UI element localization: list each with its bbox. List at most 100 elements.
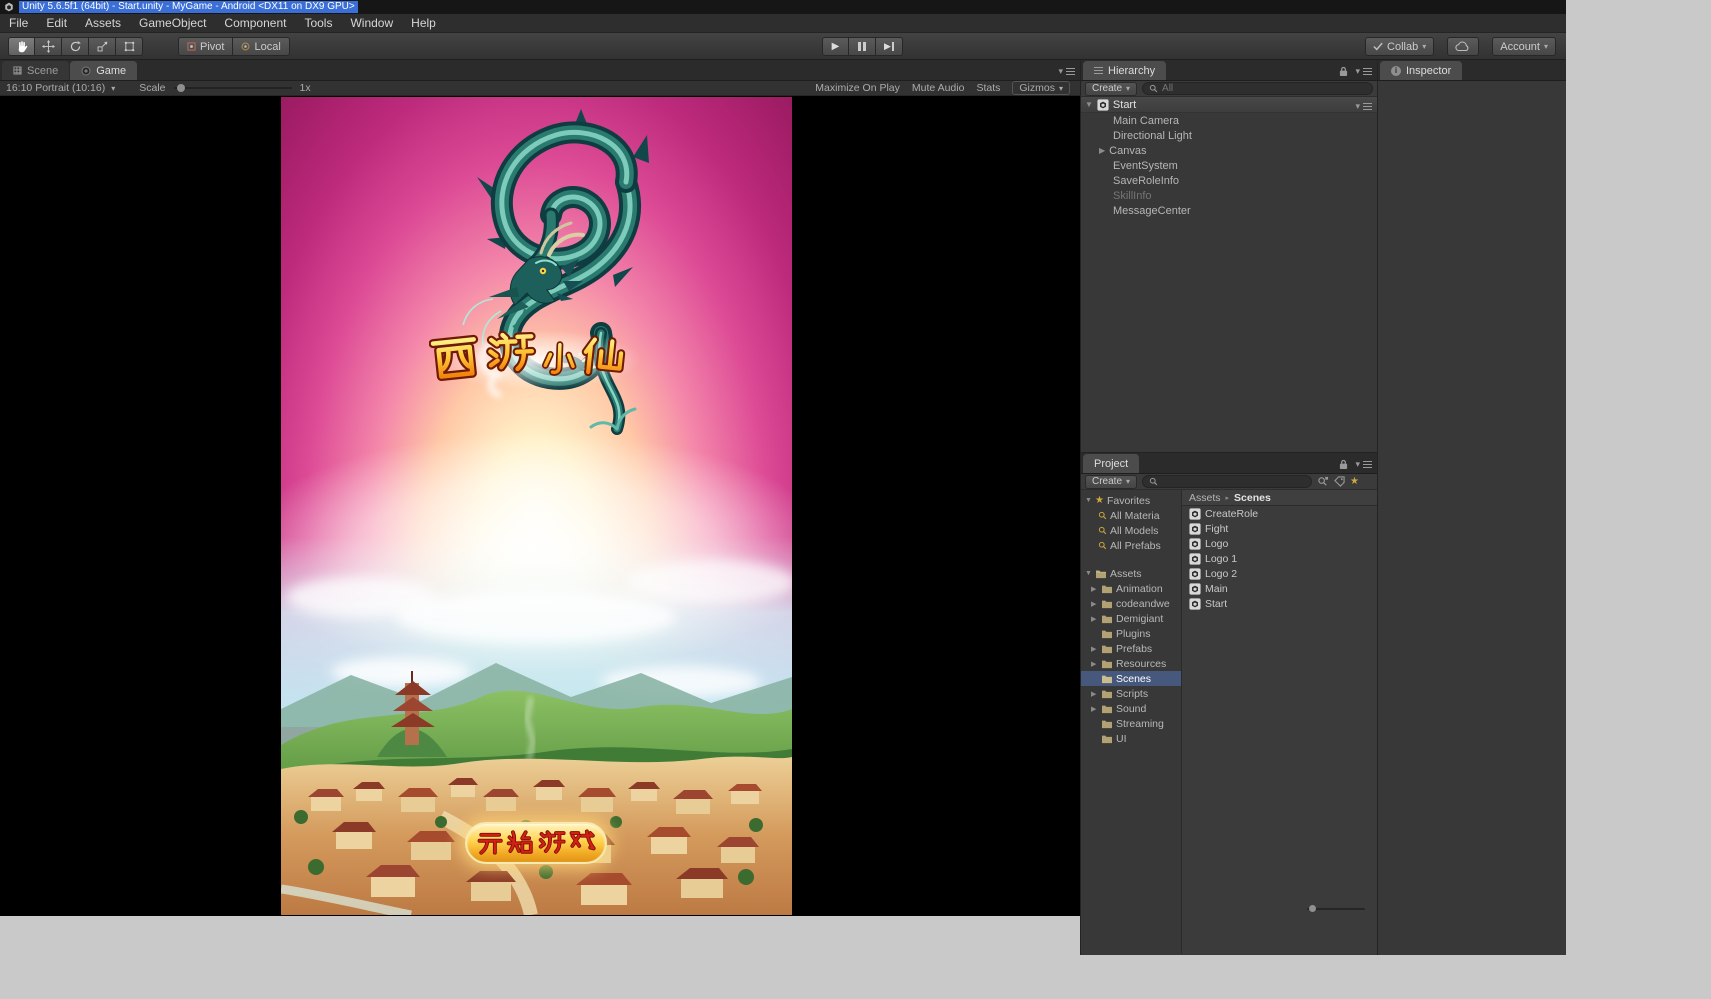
- scale-slider[interactable]: [174, 87, 292, 89]
- unity-scene-icon: [1189, 508, 1201, 520]
- menu-assets[interactable]: Assets: [76, 15, 130, 31]
- move-tool-button[interactable]: [35, 37, 62, 56]
- rotate-tool-button[interactable]: [62, 37, 89, 56]
- folder-streamingassets[interactable]: Streaming: [1081, 716, 1181, 731]
- local-toggle-button[interactable]: Local: [233, 37, 289, 56]
- game-render-area[interactable]: [281, 97, 792, 915]
- search-by-label-icon[interactable]: [1334, 476, 1345, 487]
- hierarchy-search-input[interactable]: [1162, 83, 1366, 94]
- folder-resources[interactable]: ▶Resources: [1081, 656, 1181, 671]
- cloud-button[interactable]: [1447, 37, 1479, 56]
- chevron-right-icon[interactable]: ▶: [1091, 585, 1098, 593]
- folder-sound[interactable]: ▶Sound: [1081, 701, 1181, 716]
- lock-icon[interactable]: [1339, 66, 1348, 77]
- hierarchy-item-canvas[interactable]: ▶Canvas: [1081, 143, 1377, 158]
- folder-ui[interactable]: UI: [1081, 731, 1181, 746]
- chevron-right-icon[interactable]: ▶: [1099, 146, 1105, 155]
- file-logo[interactable]: Logo: [1182, 536, 1377, 551]
- lock-icon[interactable]: [1339, 459, 1348, 470]
- hierarchy-create-button[interactable]: Create▾: [1085, 82, 1137, 96]
- chevron-down-icon[interactable]: ▼: [1085, 100, 1093, 109]
- favorite-all-materials[interactable]: All Materia: [1081, 508, 1181, 523]
- favorite-all-prefabs[interactable]: All Prefabs: [1081, 538, 1181, 553]
- game-panel-menu-button[interactable]: ▾: [1058, 66, 1075, 77]
- project-search[interactable]: [1142, 475, 1312, 488]
- hierarchy-search[interactable]: [1142, 82, 1373, 95]
- file-start[interactable]: Start: [1182, 596, 1377, 611]
- chevron-down-icon[interactable]: ▼: [1085, 570, 1092, 577]
- game-viewport[interactable]: [0, 96, 1080, 915]
- chevron-right-icon[interactable]: ▶: [1091, 615, 1098, 623]
- scale-slider-knob[interactable]: [177, 84, 185, 92]
- tab-game[interactable]: Game: [70, 61, 137, 80]
- breadcrumb-current[interactable]: Scenes: [1234, 492, 1271, 504]
- file-logo-1[interactable]: Logo 1: [1182, 551, 1377, 566]
- account-button[interactable]: Account▾: [1492, 37, 1556, 56]
- file-main[interactable]: Main: [1182, 581, 1377, 596]
- folder-animation[interactable]: ▶Animation: [1081, 581, 1181, 596]
- play-button[interactable]: ▶: [822, 37, 849, 56]
- breadcrumb-assets[interactable]: Assets: [1189, 492, 1221, 504]
- search-by-type-icon[interactable]: [1317, 476, 1329, 487]
- thumbnail-size-knob[interactable]: [1309, 905, 1316, 912]
- folder-icon: [1101, 599, 1113, 609]
- hierarchy-item-eventsystem[interactable]: EventSystem: [1081, 158, 1377, 173]
- tab-scene[interactable]: Scene: [2, 61, 69, 80]
- chevron-right-icon[interactable]: ▶: [1091, 690, 1098, 698]
- menu-help[interactable]: Help: [402, 15, 445, 31]
- hierarchy-item-directional-light[interactable]: Directional Light: [1081, 128, 1377, 143]
- favorites-header[interactable]: ▼ ★ Favorites: [1081, 493, 1181, 508]
- mute-audio-button[interactable]: Mute Audio: [912, 82, 965, 94]
- menu-window[interactable]: Window: [341, 15, 402, 31]
- assets-root-row[interactable]: ▼ Assets: [1081, 566, 1181, 581]
- file-createrole[interactable]: CreateRole: [1182, 506, 1377, 521]
- hierarchy-panel-menu-button[interactable]: ▾: [1355, 66, 1372, 77]
- file-fight[interactable]: Fight: [1182, 521, 1377, 536]
- tab-inspector[interactable]: i Inspector: [1380, 61, 1462, 80]
- start-game-button[interactable]: [465, 822, 607, 864]
- hierarchy-item-skillinfo[interactable]: SkillInfo: [1081, 188, 1377, 203]
- chevron-right-icon[interactable]: ▶: [1091, 645, 1098, 653]
- folder-scenes[interactable]: Scenes: [1081, 671, 1181, 686]
- pivot-toggle-button[interactable]: Pivot: [178, 37, 233, 56]
- rect-tool-button[interactable]: [116, 37, 143, 56]
- folder-prefabs[interactable]: ▶Prefabs: [1081, 641, 1181, 656]
- gizmos-dropdown[interactable]: Gizmos▾: [1012, 81, 1070, 95]
- stats-button[interactable]: Stats: [976, 82, 1000, 94]
- menu-file[interactable]: File: [0, 15, 37, 31]
- pause-button[interactable]: [849, 37, 876, 56]
- scene-context-menu-button[interactable]: ▾: [1355, 101, 1372, 112]
- hierarchy-item-saveroleinfo[interactable]: SaveRoleInfo: [1081, 173, 1377, 188]
- aspect-ratio-dropdown[interactable]: 16:10 Portrait (10:16)▾: [6, 82, 115, 94]
- favorite-all-models[interactable]: All Models: [1081, 523, 1181, 538]
- hierarchy-item-main-camera[interactable]: Main Camera: [1081, 113, 1377, 128]
- thumbnail-size-slider[interactable]: [1307, 908, 1365, 910]
- chevron-right-icon[interactable]: ▶: [1091, 705, 1098, 713]
- step-button[interactable]: ▶: [876, 37, 903, 56]
- hand-tool-button[interactable]: [8, 37, 35, 56]
- folder-scripts[interactable]: ▶Scripts: [1081, 686, 1181, 701]
- folder-demigiant[interactable]: ▶Demigiant: [1081, 611, 1181, 626]
- menu-edit[interactable]: Edit: [37, 15, 76, 31]
- chevron-right-icon[interactable]: ▶: [1091, 660, 1098, 668]
- folder-plugins[interactable]: Plugins: [1081, 626, 1181, 641]
- menu-tools[interactable]: Tools: [295, 15, 341, 31]
- collab-button[interactable]: Collab▾: [1365, 37, 1434, 56]
- tab-hierarchy[interactable]: Hierarchy: [1083, 61, 1166, 80]
- chevron-down-icon[interactable]: ▼: [1085, 497, 1092, 504]
- project-search-input[interactable]: [1162, 476, 1305, 487]
- favorites-star-icon[interactable]: ★: [1350, 477, 1359, 487]
- scale-tool-button[interactable]: [89, 37, 116, 56]
- maximize-on-play-button[interactable]: Maximize On Play: [815, 82, 900, 94]
- project-create-button[interactable]: Create▾: [1085, 475, 1137, 489]
- menu-component[interactable]: Component: [215, 15, 295, 31]
- hierarchy-scene-row[interactable]: ▼ Start ▾: [1081, 97, 1377, 113]
- tab-project[interactable]: Project: [1083, 454, 1139, 473]
- menu-gameobject[interactable]: GameObject: [130, 15, 215, 31]
- chevron-right-icon[interactable]: ▶: [1091, 600, 1098, 608]
- hierarchy-item-messagecenter[interactable]: MessageCenter: [1081, 203, 1377, 218]
- file-logo-2[interactable]: Logo 2: [1182, 566, 1377, 581]
- project-panel-menu-button[interactable]: ▾: [1355, 459, 1372, 470]
- folder-codeandwe[interactable]: ▶codeandwe: [1081, 596, 1181, 611]
- folder-icon: [1101, 689, 1113, 699]
